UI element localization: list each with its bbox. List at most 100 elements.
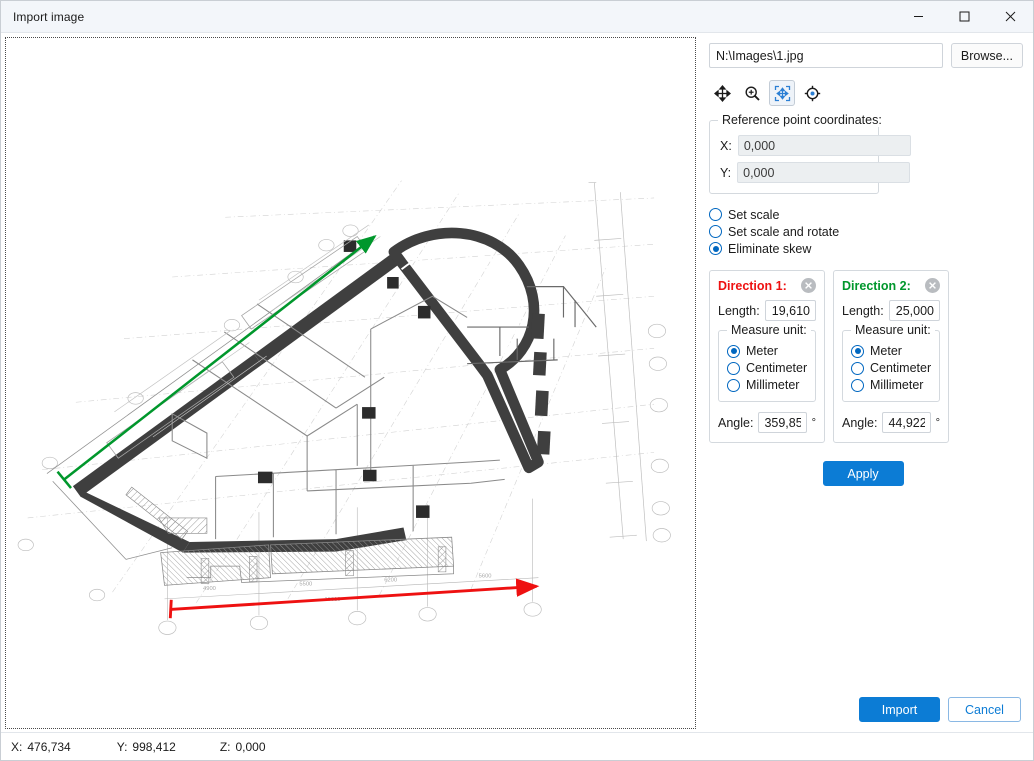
maximize-icon [959,11,970,22]
direction-2-title: Direction 2: [842,279,911,293]
pan-tool[interactable] [709,80,735,106]
fit-to-view-icon [774,85,791,102]
direction-2-clear-button[interactable] [925,278,940,293]
apply-button[interactable]: Apply [823,461,904,486]
direction-1-length-input[interactable] [765,300,816,321]
magnifier-plus-icon [744,85,761,102]
direction-1-clear-button[interactable] [801,278,816,293]
radio-icon [727,379,740,392]
close-icon [804,281,813,290]
direction-2-card: Direction 2: Length: Measure [833,270,949,443]
unit-label: Centimeter [870,361,931,375]
status-x-label: X: [11,740,22,754]
direction-2-angle-row: Angle: ° [842,412,940,433]
status-z: Z: 0,000 [220,740,266,754]
dialog-body: 4900 5500 6200 5600 19610 [1,33,1033,732]
svg-text:4900: 4900 [203,586,216,592]
reference-x-label: X: [720,139,732,153]
reference-point-title: Reference point coordinates: [718,113,886,127]
status-x-value: 476,734 [27,740,70,754]
floorplan-drawing: 4900 5500 6200 5600 19610 [6,38,695,728]
close-button[interactable] [987,1,1033,32]
direction-1-unit-title: Measure unit: [727,323,811,337]
mode-label: Set scale [728,208,779,222]
reference-x-input[interactable] [738,135,911,156]
direction-2-angle-unit: ° [936,417,940,429]
direction1-vector [170,586,536,618]
mode-option-set-scale-and-rotate[interactable]: Set scale and rotate [709,223,1023,240]
svg-text:6200: 6200 [384,578,397,584]
file-path-input[interactable] [709,43,943,68]
radio-icon [851,362,864,375]
directions-row: Direction 1: Length: Measure [709,270,1023,443]
settings-panel: Browse... [699,33,1033,732]
direction2-vector [58,237,375,489]
fit-to-view-tool[interactable] [769,80,795,106]
direction-1-card: Direction 1: Length: Measure [709,270,825,443]
cancel-button[interactable]: Cancel [948,697,1021,722]
mode-radio-group: Set scale Set scale and rotate Eliminate… [709,206,1023,257]
direction-1-length-label: Length: [718,304,760,318]
file-path-row: Browse... [709,43,1023,68]
direction-2-unit-centimeter[interactable]: Centimeter [851,360,931,376]
mode-label: Set scale and rotate [728,225,839,239]
close-icon [1005,11,1016,22]
window-controls [895,1,1033,32]
mode-option-set-scale[interactable]: Set scale [709,206,1023,223]
direction-1-angle-unit: ° [812,417,816,429]
direction-1-unit-groupbox: Measure unit: Meter Centimeter Millimete… [718,330,816,402]
image-preview-area: 4900 5500 6200 5600 19610 [1,33,699,732]
direction-1-angle-row: Angle: ° [718,412,816,433]
close-icon [928,281,937,290]
apply-row: Apply [709,461,1023,486]
radio-icon [727,345,740,358]
image-canvas[interactable]: 4900 5500 6200 5600 19610 [5,37,696,729]
direction-2-header: Direction 2: [842,278,940,293]
direction-2-unit-meter[interactable]: Meter [851,343,931,359]
radio-icon [709,225,722,238]
mode-label: Eliminate skew [728,242,811,256]
reference-point-tool[interactable] [799,80,825,106]
direction-2-unit-title: Measure unit: [851,323,935,337]
direction-2-length-label: Length: [842,304,884,318]
direction-2-unit-millimeter[interactable]: Millimeter [851,377,931,393]
maximize-button[interactable] [941,1,987,32]
dialog-footer-buttons: Import Cancel [859,697,1021,722]
status-y-label: Y: [117,740,128,754]
reference-y-input[interactable] [737,162,910,183]
radio-icon [851,345,864,358]
radio-icon [727,362,740,375]
direction-2-angle-input[interactable] [882,412,930,433]
unit-label: Millimeter [746,378,799,392]
status-z-value: 0,000 [235,740,265,754]
browse-button[interactable]: Browse... [951,43,1023,68]
import-image-window: Import image [0,0,1034,761]
direction-1-unit-centimeter[interactable]: Centimeter [727,360,807,376]
direction-1-angle-label: Angle: [718,416,753,430]
title-bar: Import image [1,1,1033,33]
radio-icon [709,242,722,255]
direction-1-title: Direction 1: [718,279,787,293]
status-x: X: 476,734 [11,740,71,754]
move-arrows-icon [714,85,731,102]
direction-2-angle-label: Angle: [842,416,877,430]
mode-option-eliminate-skew[interactable]: Eliminate skew [709,240,1023,257]
unit-label: Centimeter [746,361,807,375]
direction-2-length-row: Length: [842,300,940,321]
direction-1-angle-input[interactable] [758,412,806,433]
image-toolbar [709,80,1023,106]
window-title: Import image [13,10,84,24]
status-y-value: 998,412 [132,740,175,754]
zoom-tool[interactable] [739,80,765,106]
direction-2-length-input[interactable] [889,300,940,321]
svg-text:5600: 5600 [479,574,492,580]
import-button[interactable]: Import [859,697,940,722]
svg-text:5500: 5500 [299,581,312,587]
direction-1-unit-millimeter[interactable]: Millimeter [727,377,807,393]
radio-icon [709,208,722,221]
reference-y-label: Y: [720,166,731,180]
minimize-button[interactable] [895,1,941,32]
direction-1-unit-meter[interactable]: Meter [727,343,807,359]
status-y: Y: 998,412 [117,740,176,754]
minimize-icon [913,11,924,22]
